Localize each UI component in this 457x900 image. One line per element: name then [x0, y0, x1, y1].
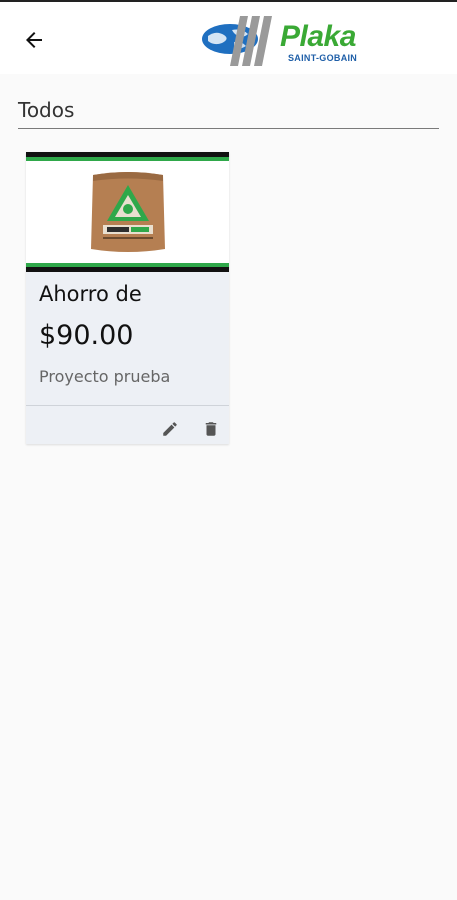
category-filter[interactable]: Todos [18, 92, 439, 129]
plaka-logo: Plaka SAINT-GOBAIN [200, 8, 395, 70]
card-title: Ahorro de [39, 282, 142, 306]
stripe-black-bottom [26, 267, 229, 272]
logo-wordmark: Plaka [280, 20, 356, 53]
delete-icon [205, 422, 217, 436]
edit-icon [163, 422, 177, 436]
arrow-left-icon [26, 32, 42, 48]
card-project-name: Proyecto prueba [39, 367, 171, 386]
product-bag-image [91, 172, 165, 252]
filter-label: Todos [18, 98, 75, 122]
globe-icon [202, 16, 272, 66]
app-bar: Plaka SAINT-GOBAIN [0, 2, 457, 74]
stripe-green-top [26, 157, 229, 161]
edit-button[interactable] [159, 418, 181, 440]
logo-subtitle: SAINT-GOBAIN [288, 53, 358, 63]
delete-button[interactable] [200, 418, 222, 440]
card-amount: $90.00 [39, 320, 134, 351]
savings-card[interactable]: Ahorro de $90.00 Proyecto prueba [26, 152, 229, 444]
card-divider [26, 405, 229, 406]
back-button[interactable] [16, 22, 52, 58]
product-image [26, 152, 229, 272]
